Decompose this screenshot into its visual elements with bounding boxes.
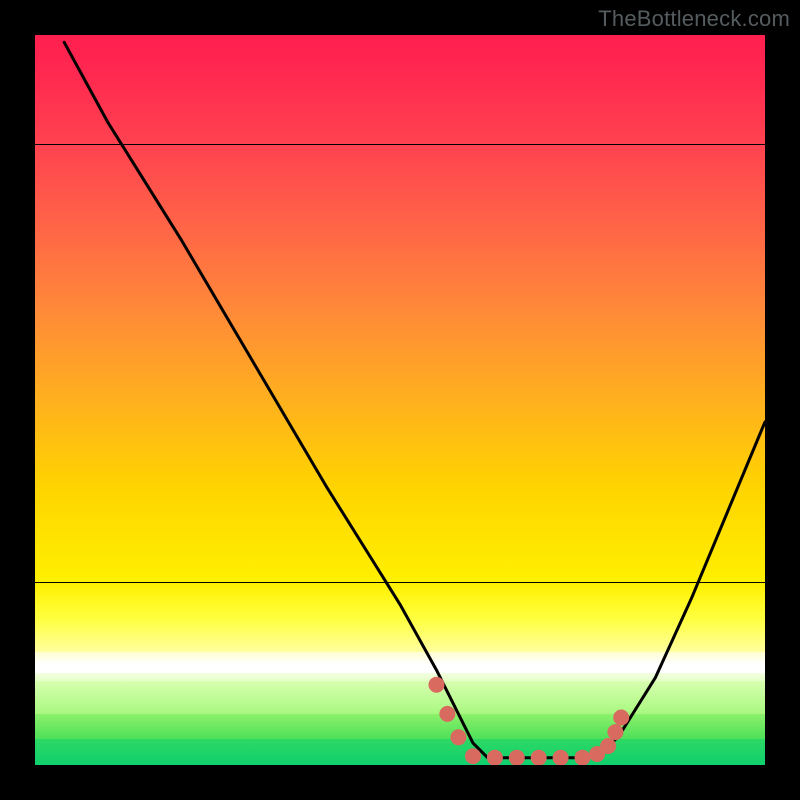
flat-zone-dots xyxy=(35,35,765,765)
plot-area xyxy=(35,35,765,765)
watermark-text: TheBottleneck.com xyxy=(598,6,790,32)
chart-stage: TheBottleneck.com xyxy=(0,0,800,800)
